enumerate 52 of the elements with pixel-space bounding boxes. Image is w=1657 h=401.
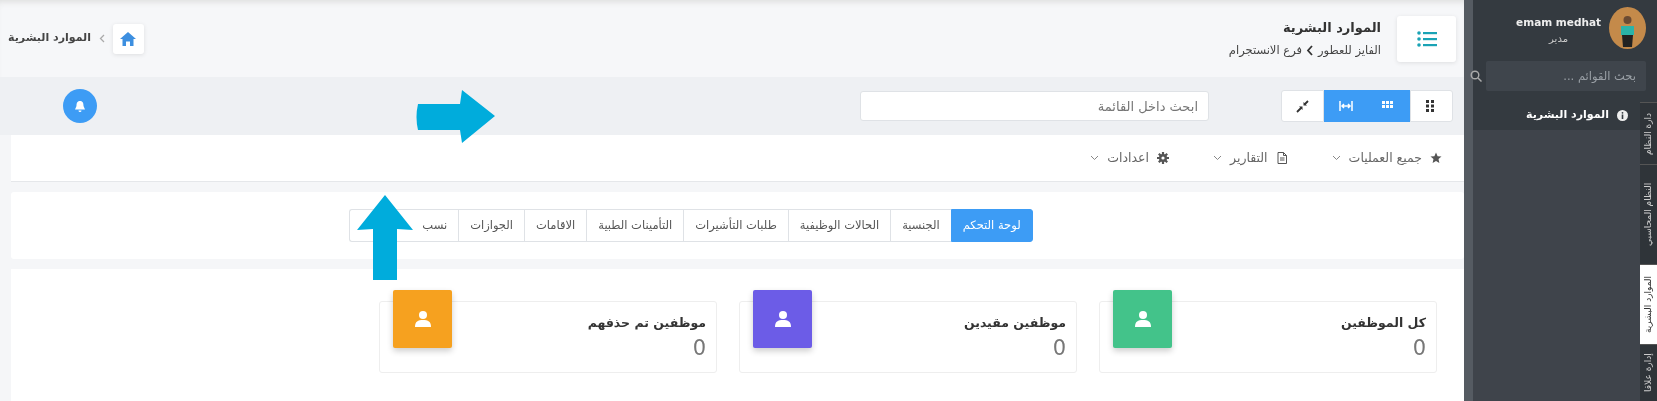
chevron-down-icon: [1331, 155, 1341, 161]
menu-item[interactable]: جميع العمليات: [1331, 148, 1442, 168]
menu-item[interactable]: اعدادات: [1090, 148, 1169, 168]
sidebar-tab[interactable]: النظام المحاسبي: [1640, 164, 1657, 264]
sidebar-tab[interactable]: الموارد البشرية: [1640, 264, 1657, 344]
tab[interactable]: الاقامات: [523, 209, 587, 242]
stat-value: 0: [691, 334, 706, 362]
info-icon: [1617, 109, 1628, 121]
search-icon: [1470, 70, 1482, 82]
user-icon: [413, 310, 432, 328]
stat-value: 0: [1411, 334, 1426, 362]
page-title: الموارد البشرية: [1281, 18, 1381, 37]
breadcrumb-link[interactable]: الموارد البشرية: [8, 30, 91, 47]
chevron-icon: [1306, 45, 1314, 57]
user-role: مدير: [1547, 31, 1569, 46]
chevron-down-icon: [1213, 155, 1222, 161]
document-icon: [1275, 152, 1288, 164]
expand-icon: [1338, 99, 1353, 113]
tab[interactable]: طلبات التأشيرات: [683, 209, 788, 242]
chevron-down-icon: [1090, 155, 1100, 161]
user-name: emam medhat: [1516, 15, 1601, 30]
gear-icon: [1157, 152, 1169, 164]
notification-button[interactable]: [63, 89, 97, 123]
home-button[interactable]: [113, 23, 144, 54]
stat-value: 0: [1051, 334, 1066, 362]
stat-label: موظفين تم حذفهم: [587, 314, 706, 332]
bell-icon: [74, 99, 86, 113]
tab[interactable]: الجوازات: [458, 209, 524, 242]
tab[interactable]: الجنسية: [890, 209, 951, 242]
user-icon: [1133, 310, 1152, 328]
user-icon: [773, 310, 792, 328]
search-field[interactable]: ابحث داخل القائمة: [860, 91, 1209, 121]
sidebar-tab[interactable]: إدارة علاقا: [1640, 344, 1657, 401]
arrow-icon: [355, 195, 416, 280]
stat-label: كل الموظفين: [1340, 314, 1426, 332]
collapse-icon: [1295, 99, 1310, 113]
tab[interactable]: الحالات الوظيفية: [787, 209, 891, 242]
home-icon: [119, 30, 138, 47]
stat-label: موظفين مقيدين: [963, 314, 1066, 332]
tab[interactable]: التأمينات الطبية: [586, 209, 684, 242]
list-icon: [1416, 30, 1437, 47]
sidebar-tab[interactable]: دارة النظام: [1640, 102, 1657, 164]
breadcrumb-link[interactable]: الفايز للعطور: [1318, 42, 1381, 60]
menu-item[interactable]: التقارير: [1213, 148, 1288, 168]
menu-search-field[interactable]: بحث القوائم ...: [1486, 61, 1646, 91]
avatar: [1609, 7, 1646, 49]
star-icon: [1430, 152, 1442, 164]
breadcrumb-link[interactable]: فرع الانستجرام: [1228, 42, 1302, 60]
menu-button[interactable]: [1397, 15, 1456, 62]
sidebar-item[interactable]: الموارد البشرية: [1473, 100, 1640, 130]
arrow-icon: [415, 90, 497, 143]
chevron-icon: [99, 34, 105, 43]
